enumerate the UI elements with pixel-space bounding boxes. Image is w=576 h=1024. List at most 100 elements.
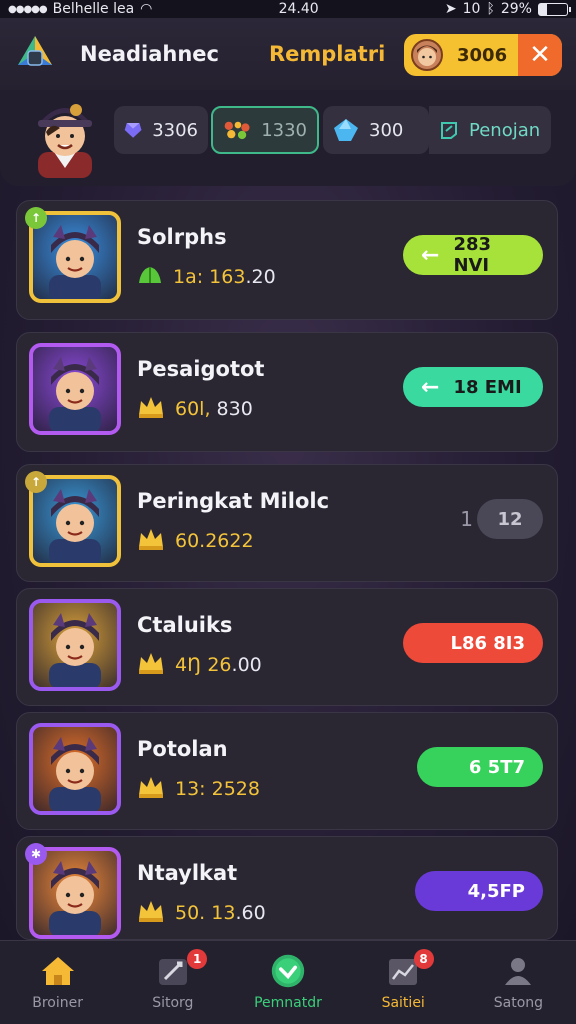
nav-label-home: Broiner	[32, 995, 83, 1011]
nav-label-battle: Sitorg	[152, 995, 194, 1011]
score-tail: .00	[231, 654, 262, 676]
status-bar: ●●●●● Belhelle lea ◠ 24.40 ➤ 10 ᛒ 29%	[0, 0, 576, 18]
table-row[interactable]: ✱ Ntaylkat 50. 13.60 4,5FP	[16, 836, 558, 940]
profile-bar: 3306 1330 300 Penojan	[0, 90, 576, 186]
nav-item-stats[interactable]: 8 Saitiei	[346, 941, 461, 1024]
nav-label-profile: Satong	[493, 995, 544, 1011]
battery-label: 29%	[500, 1, 532, 17]
coin-avatar-icon	[411, 39, 443, 71]
player-score: 60.2622	[137, 527, 254, 555]
battle-badge: 1	[187, 949, 208, 969]
action-button[interactable]: ← 283 NVI	[403, 234, 543, 276]
action-button[interactable]: 12	[477, 499, 543, 539]
rank-prefix: 1	[460, 507, 473, 531]
home-icon	[40, 953, 76, 989]
edit-label: Penojan	[469, 119, 541, 141]
coin-value: 3006	[457, 44, 508, 66]
player-name: Ntaylkat	[137, 861, 238, 885]
arrow-left-icon: ←	[421, 242, 440, 268]
app-header: Neadiahnec Remplatri 3006 ✕	[0, 18, 576, 90]
location-icon: ➤	[444, 1, 457, 17]
action-label: L86 8I3	[450, 632, 525, 654]
check-icon	[270, 953, 306, 989]
score-tail: 830	[216, 398, 253, 420]
player-name: Peringkat Milolc	[137, 489, 330, 513]
player-name: Solrphs	[137, 225, 227, 249]
score-main: 60.2622	[175, 530, 254, 552]
battle-icon	[155, 953, 191, 989]
close-icon[interactable]: ✕	[518, 34, 562, 76]
score-main: 50. 13	[175, 902, 236, 924]
action-button[interactable]: L86 8I3	[403, 623, 543, 663]
avatar[interactable]	[29, 723, 121, 815]
crystal-icon	[334, 119, 358, 141]
action-label: 4,5FP	[467, 880, 525, 902]
arrow-left-icon: ←	[421, 374, 440, 400]
player-score: 1a: 163.20	[137, 263, 276, 291]
player-name: Ctaluiks	[137, 613, 233, 637]
battery-icon	[537, 2, 571, 16]
action-label: 18 EMI	[453, 376, 522, 398]
signal-icon: ●●●●●	[8, 3, 48, 15]
score-main: 13: 2528	[175, 778, 260, 800]
table-row[interactable]: Potolan 13: 2528 6 5T7	[16, 712, 558, 830]
action-label: 12	[497, 508, 523, 530]
status-indicators: 10	[462, 1, 481, 17]
items-icon	[224, 121, 250, 140]
rank-badge-icon: ✱	[25, 843, 47, 865]
player-score: 50. 13.60	[137, 899, 266, 927]
player-score: 13: 2528	[137, 775, 260, 803]
table-row[interactable]: ↑ Peringkat Milolc 60.2622 1 12	[16, 464, 558, 582]
nav-item-profile[interactable]: Satong	[461, 941, 576, 1024]
action-label: 283 NVI	[453, 234, 492, 276]
nav-label-stats: Saitiei	[381, 995, 425, 1011]
score-main: 4Ŋ 26	[175, 654, 232, 676]
player-name: Potolan	[137, 737, 228, 761]
score-tail: .60	[235, 902, 266, 924]
nav-item-check[interactable]: Pemnatdr	[230, 941, 345, 1024]
stats-badge: 8	[413, 949, 434, 969]
crown-icon	[137, 395, 165, 423]
items-value: 1330	[261, 119, 307, 141]
action-button[interactable]: 6 5T7	[417, 747, 543, 787]
player-score: 4Ŋ 26.00	[137, 651, 262, 679]
profile-icon	[500, 953, 536, 989]
gem-icon	[124, 123, 142, 138]
edit-stat[interactable]: Penojan	[429, 106, 551, 154]
app-name: Neadiahnec	[80, 42, 219, 66]
crystal-stat[interactable]: 300	[323, 106, 429, 154]
avatar[interactable]	[29, 343, 121, 435]
carrier-label: Belhelle lea	[52, 1, 135, 17]
crown-icon	[137, 899, 165, 927]
score-main: 60l,	[175, 398, 217, 420]
nav-label-check: Pemnatdr	[254, 995, 322, 1011]
leaf-icon	[137, 263, 163, 291]
avatar[interactable]	[24, 96, 106, 178]
player-name: Pesaigotot	[137, 357, 265, 381]
app-logo-icon[interactable]	[14, 33, 56, 75]
table-row[interactable]: ↑ Solrphs 1a: 163.20 ← 283 NVI	[16, 200, 558, 320]
wifi-icon: ◠	[140, 1, 153, 17]
crown-icon	[137, 527, 165, 555]
nav-item-battle[interactable]: 1 Sitorg	[115, 941, 230, 1024]
items-stat[interactable]: 1330	[211, 106, 319, 154]
crown-icon	[137, 651, 165, 679]
status-time: 24.40	[278, 1, 319, 17]
bottom-nav: Broiner 1 Sitorg Pemnatdr 8 Saitiei Sato…	[0, 940, 576, 1024]
edit-icon	[441, 122, 457, 139]
score-tail: .20	[245, 266, 276, 288]
table-row[interactable]: Pesaigotot 60l, 830 ← 18 EMI	[16, 332, 558, 452]
score-main: 1a: 163	[173, 266, 246, 288]
section-title[interactable]: Remplatri	[269, 42, 385, 66]
nav-item-home[interactable]: Broiner	[0, 941, 115, 1024]
rank-badge-icon: ↑	[25, 471, 47, 493]
player-score: 60l, 830	[137, 395, 253, 423]
coin-balance[interactable]: 3006 ✕	[404, 34, 562, 76]
action-label: 6 5T7	[468, 756, 525, 778]
avatar[interactable]	[29, 599, 121, 691]
table-row[interactable]: Ctaluiks 4Ŋ 26.00 L86 8I3	[16, 588, 558, 706]
action-button[interactable]: ← 18 EMI	[403, 367, 543, 407]
gem-stat[interactable]: 3306	[114, 106, 208, 154]
action-button[interactable]: 4,5FP	[415, 871, 543, 911]
crystal-value: 300	[369, 119, 404, 141]
